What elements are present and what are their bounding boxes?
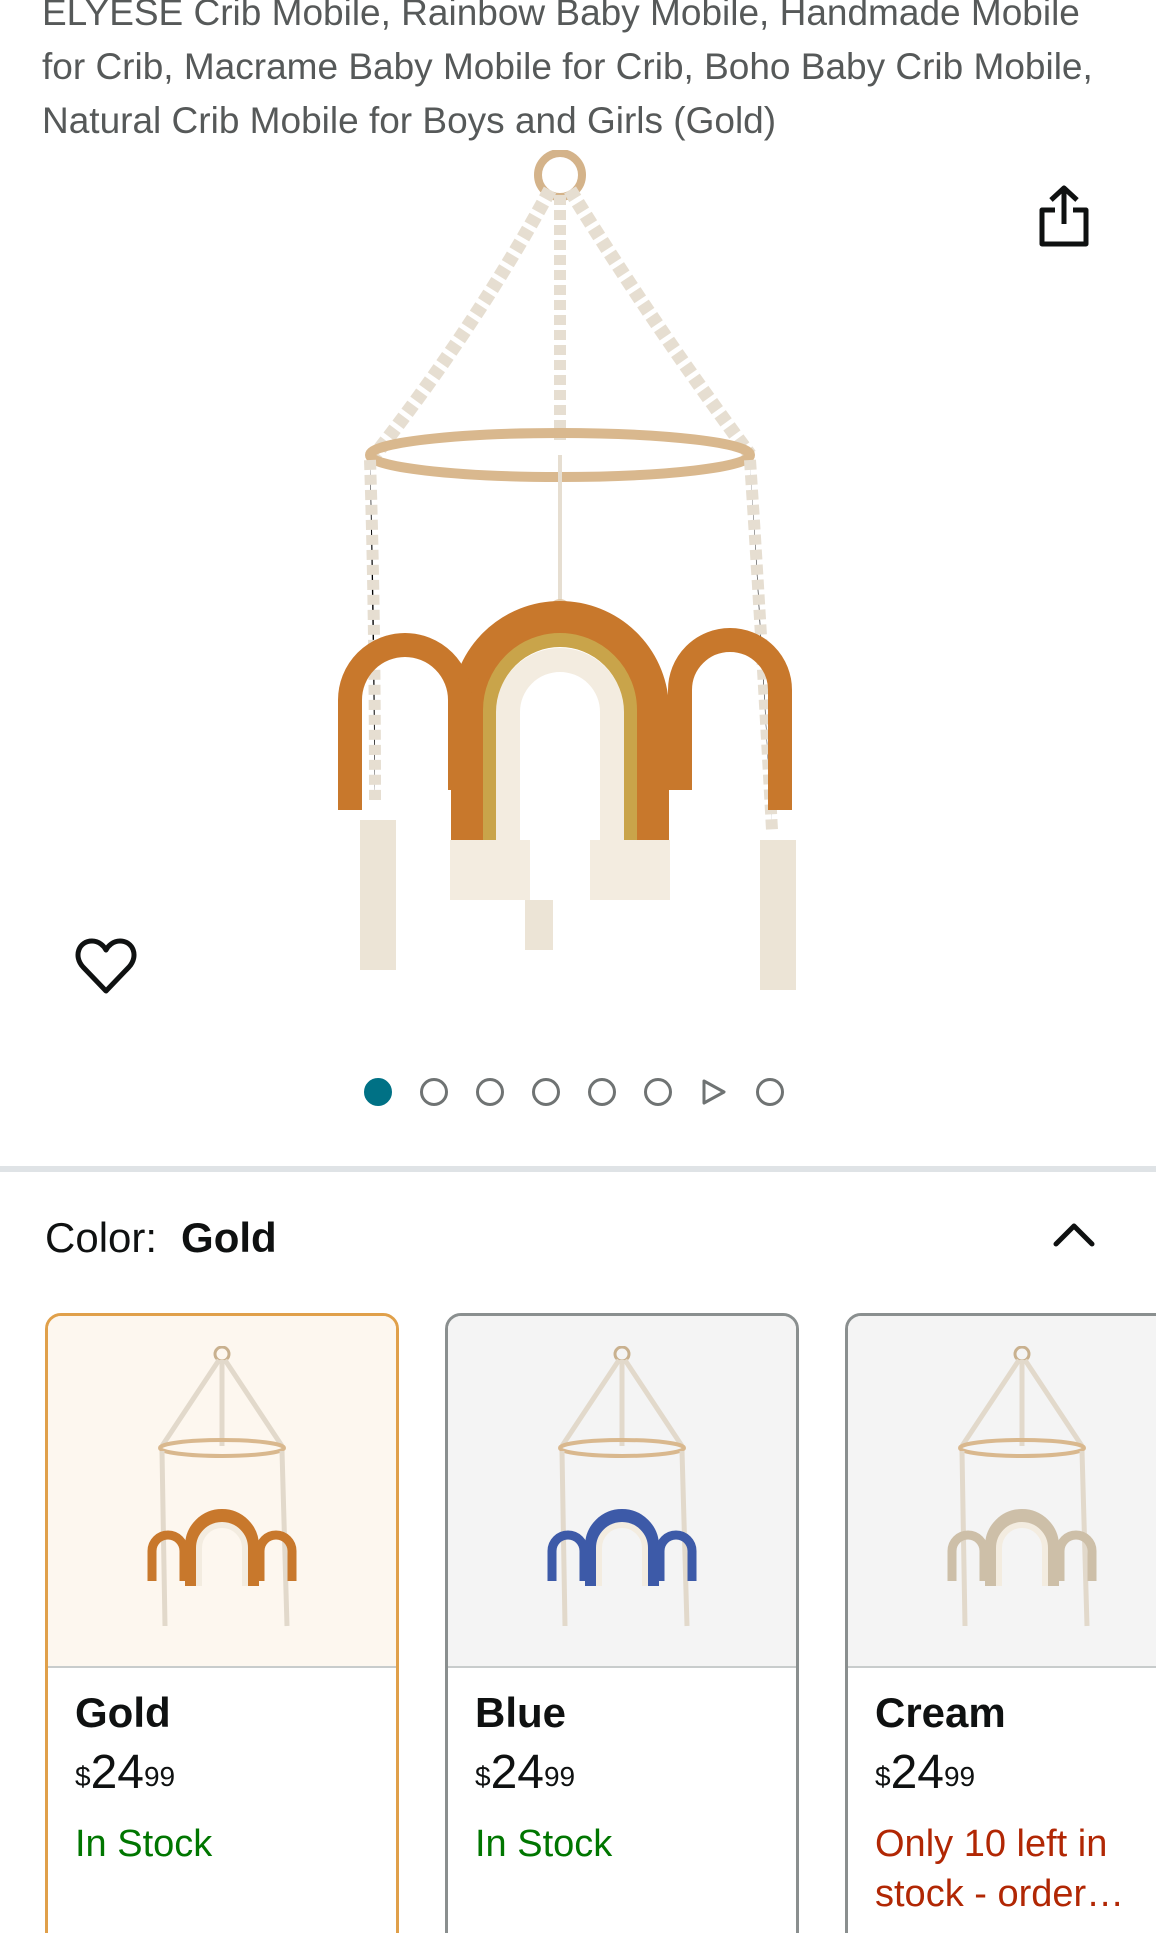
share-icon <box>1039 185 1089 247</box>
swatch-card-gold[interactable]: Gold $2499 In Stock <box>45 1313 399 1933</box>
carousel-dot[interactable] <box>420 1078 448 1106</box>
swatch-price: $2499 <box>75 1748 369 1809</box>
selected-variation: Gold <box>181 1214 277 1261</box>
share-button[interactable] <box>1028 180 1100 252</box>
carousel-dot[interactable] <box>476 1078 504 1106</box>
price-fraction: 99 <box>943 1761 976 1792</box>
collapse-variations-button[interactable] <box>1040 1200 1108 1268</box>
add-to-list-button[interactable] <box>70 930 142 1002</box>
swatch-card-blue[interactable]: Blue $2499 In Stock <box>445 1313 799 1933</box>
swatch-name: Blue <box>475 1689 567 1736</box>
swatch-name: Gold <box>75 1689 171 1736</box>
color-swatch-list: Gold $2499 In Stock Blue $2499 In Stock <box>45 1313 1156 1933</box>
price-fraction: 99 <box>543 1761 576 1792</box>
swatch-name: Cream <box>875 1689 1006 1736</box>
color-variation-header: Color: Gold <box>45 1210 277 1266</box>
availability-status: Only 10 left in stock - order… <box>875 1823 1125 1915</box>
price-whole: 24 <box>890 1746 944 1799</box>
heart-icon <box>75 938 137 994</box>
carousel-dot[interactable] <box>364 1078 392 1106</box>
product-title: ELYESE Crib Mobile, Rainbow Baby Mobile,… <box>42 0 1093 141</box>
section-divider <box>0 1166 1156 1172</box>
swatch-image <box>848 1316 1156 1668</box>
price-currency: $ <box>875 1761 891 1792</box>
chevron-up-icon <box>1053 1223 1095 1247</box>
swatch-price: $2499 <box>475 1748 769 1809</box>
image-carousel-indicator <box>364 1074 812 1110</box>
swatch-image <box>448 1316 796 1668</box>
price-currency: $ <box>75 1761 91 1792</box>
product-image[interactable] <box>320 150 840 1020</box>
play-icon <box>702 1079 726 1105</box>
carousel-video-dot[interactable] <box>700 1078 728 1106</box>
price-currency: $ <box>475 1761 491 1792</box>
swatch-card-cream[interactable]: Cream $2499 Only 10 left in stock - orde… <box>845 1313 1156 1933</box>
carousel-dot[interactable] <box>532 1078 560 1106</box>
availability-status: In Stock <box>75 1823 213 1865</box>
price-fraction: 99 <box>143 1761 176 1792</box>
carousel-dot[interactable] <box>588 1078 616 1106</box>
variation-label: Color: <box>45 1214 158 1261</box>
availability-status: In Stock <box>475 1823 613 1865</box>
swatch-image <box>48 1316 396 1668</box>
price-whole: 24 <box>90 1746 144 1799</box>
carousel-dot[interactable] <box>756 1078 784 1106</box>
swatch-price: $2499 <box>875 1748 1156 1809</box>
price-whole: 24 <box>490 1746 544 1799</box>
carousel-dot[interactable] <box>644 1078 672 1106</box>
